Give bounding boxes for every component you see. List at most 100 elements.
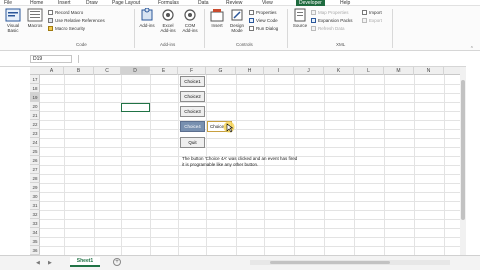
visual-basic-icon xyxy=(5,8,21,22)
gridline xyxy=(40,93,460,94)
col-header[interactable]: H xyxy=(236,67,264,75)
row-header[interactable]: 32 xyxy=(30,210,40,219)
macro-security-label: Macro Security xyxy=(55,26,86,31)
group-separator xyxy=(134,9,135,48)
gear-icon xyxy=(162,9,174,21)
name-box[interactable]: D19 xyxy=(30,55,72,63)
col-header[interactable]: K xyxy=(324,67,354,75)
group-separator xyxy=(287,9,288,48)
choice1-button[interactable]: Choice1 xyxy=(180,76,205,87)
formula-bar: D19 xyxy=(0,51,480,67)
export-button[interactable]: Export xyxy=(362,17,382,24)
row-header[interactable]: 26 xyxy=(30,156,40,165)
source-label: Source xyxy=(292,23,308,28)
row-header[interactable]: 29 xyxy=(30,183,40,192)
note-line-2: it is programable like any other button. xyxy=(182,162,259,167)
col-header[interactable]: B xyxy=(64,67,94,75)
source-button[interactable]: Source xyxy=(291,8,309,28)
col-header[interactable]: M xyxy=(384,67,414,75)
vertical-scroll-thumb[interactable] xyxy=(461,80,465,220)
row-header[interactable]: 31 xyxy=(30,201,40,210)
row-header[interactable]: 24 xyxy=(30,138,40,147)
relative-refs-label: Use Relative References xyxy=(55,18,105,23)
relative-refs-icon xyxy=(48,18,53,24)
col-header[interactable]: L xyxy=(354,67,384,75)
row-header[interactable]: 28 xyxy=(30,174,40,183)
formula-input[interactable] xyxy=(78,55,458,63)
choice2-button[interactable]: Choice2 xyxy=(180,91,205,102)
row-header[interactable]: 22 xyxy=(30,120,40,129)
col-header[interactable]: I xyxy=(264,67,294,75)
sheet-tab-sheet1[interactable]: Sheet1 xyxy=(70,257,100,267)
row-header[interactable]: 25 xyxy=(30,147,40,156)
gridline xyxy=(40,183,460,184)
col-header[interactable]: N xyxy=(414,67,444,75)
left-margin xyxy=(0,67,30,255)
col-header[interactable]: E xyxy=(150,67,178,75)
import-label: Import xyxy=(369,10,382,15)
col-header[interactable]: D xyxy=(121,67,150,75)
gridline xyxy=(40,246,460,247)
prev-sheet-icon[interactable]: ◀ xyxy=(36,260,40,266)
choice3-button[interactable]: Choice3 xyxy=(180,106,205,117)
excel-add-ins-button[interactable]: Excel Add-ins xyxy=(158,8,178,33)
run-dialog-icon xyxy=(249,26,254,32)
horizontal-scroll-thumb[interactable] xyxy=(270,261,390,264)
col-header[interactable]: C xyxy=(94,67,121,75)
gridline xyxy=(40,201,460,202)
row-header[interactable]: 35 xyxy=(30,237,40,246)
view-code-icon xyxy=(249,18,254,24)
com-gear-icon xyxy=(184,9,196,21)
toolbox-icon xyxy=(210,9,224,22)
quit-button[interactable]: Quit xyxy=(180,137,205,148)
import-button[interactable]: Import xyxy=(362,9,382,16)
com-add-ins-button[interactable]: COM Add-ins xyxy=(180,8,200,33)
visual-basic-button[interactable]: Visual Basic xyxy=(2,8,24,33)
choice4-button[interactable]: Choice4 xyxy=(180,121,205,132)
row-header[interactable]: 34 xyxy=(30,228,40,237)
relative-refs-button[interactable]: Use Relative References xyxy=(48,17,105,24)
col-header[interactable]: A xyxy=(40,67,64,75)
next-sheet-icon[interactable]: ▶ xyxy=(48,260,52,266)
view-code-button[interactable]: View Code xyxy=(249,17,278,24)
properties-button[interactable]: Properties xyxy=(249,9,277,16)
row-header[interactable]: 18 xyxy=(30,84,40,93)
gridline xyxy=(40,219,460,220)
add-ins-button[interactable]: Add-ins xyxy=(138,8,156,28)
refresh-data-button[interactable]: Refresh Data xyxy=(311,25,345,32)
map-properties-label: Map Properties xyxy=(318,10,349,15)
run-dialog-label: Run Dialog xyxy=(256,26,279,31)
record-macro-button[interactable]: Record Macro xyxy=(48,9,83,16)
add-ins-label: Add-ins xyxy=(139,23,155,28)
row-header[interactable]: 23 xyxy=(30,129,40,138)
row-header[interactable]: 19 xyxy=(30,93,40,102)
map-properties-button[interactable]: Map Properties xyxy=(311,9,349,16)
row-header[interactable]: 27 xyxy=(30,165,40,174)
row-header[interactable]: 36 xyxy=(30,246,40,255)
col-header[interactable]: J xyxy=(294,67,324,75)
gridline xyxy=(40,84,460,85)
design-mode-label: Design Mode xyxy=(229,23,244,33)
row-header[interactable]: 33 xyxy=(30,219,40,228)
row-headers: 17 18 19 20 21 22 23 24 25 26 27 28 29 3… xyxy=(30,75,40,255)
gridline xyxy=(40,147,460,148)
insert-control-button[interactable]: Insert xyxy=(208,8,226,28)
row-header[interactable]: 21 xyxy=(30,111,40,120)
design-mode-button[interactable]: Design Mode xyxy=(227,8,247,33)
refresh-icon xyxy=(311,26,316,32)
run-dialog-button[interactable]: Run Dialog xyxy=(249,25,278,32)
add-ins-group-label: Add-ins xyxy=(160,42,176,47)
row-header[interactable]: 30 xyxy=(30,192,40,201)
row-header[interactable]: 20 xyxy=(30,102,40,111)
row-header[interactable]: 17 xyxy=(30,75,40,84)
refresh-data-label: Refresh Data xyxy=(318,26,345,31)
expansion-packs-button[interactable]: Expansion Packs xyxy=(311,17,353,24)
expansion-packs-icon xyxy=(311,18,316,24)
properties-label: Properties xyxy=(256,10,277,15)
col-header[interactable]: G xyxy=(206,67,236,75)
col-header[interactable]: F xyxy=(178,67,206,75)
macro-security-button[interactable]: Macro Security xyxy=(48,25,85,32)
add-sheet-icon[interactable]: + xyxy=(113,258,121,266)
selected-cell[interactable] xyxy=(121,103,150,112)
macros-button[interactable]: Macros xyxy=(25,8,45,28)
